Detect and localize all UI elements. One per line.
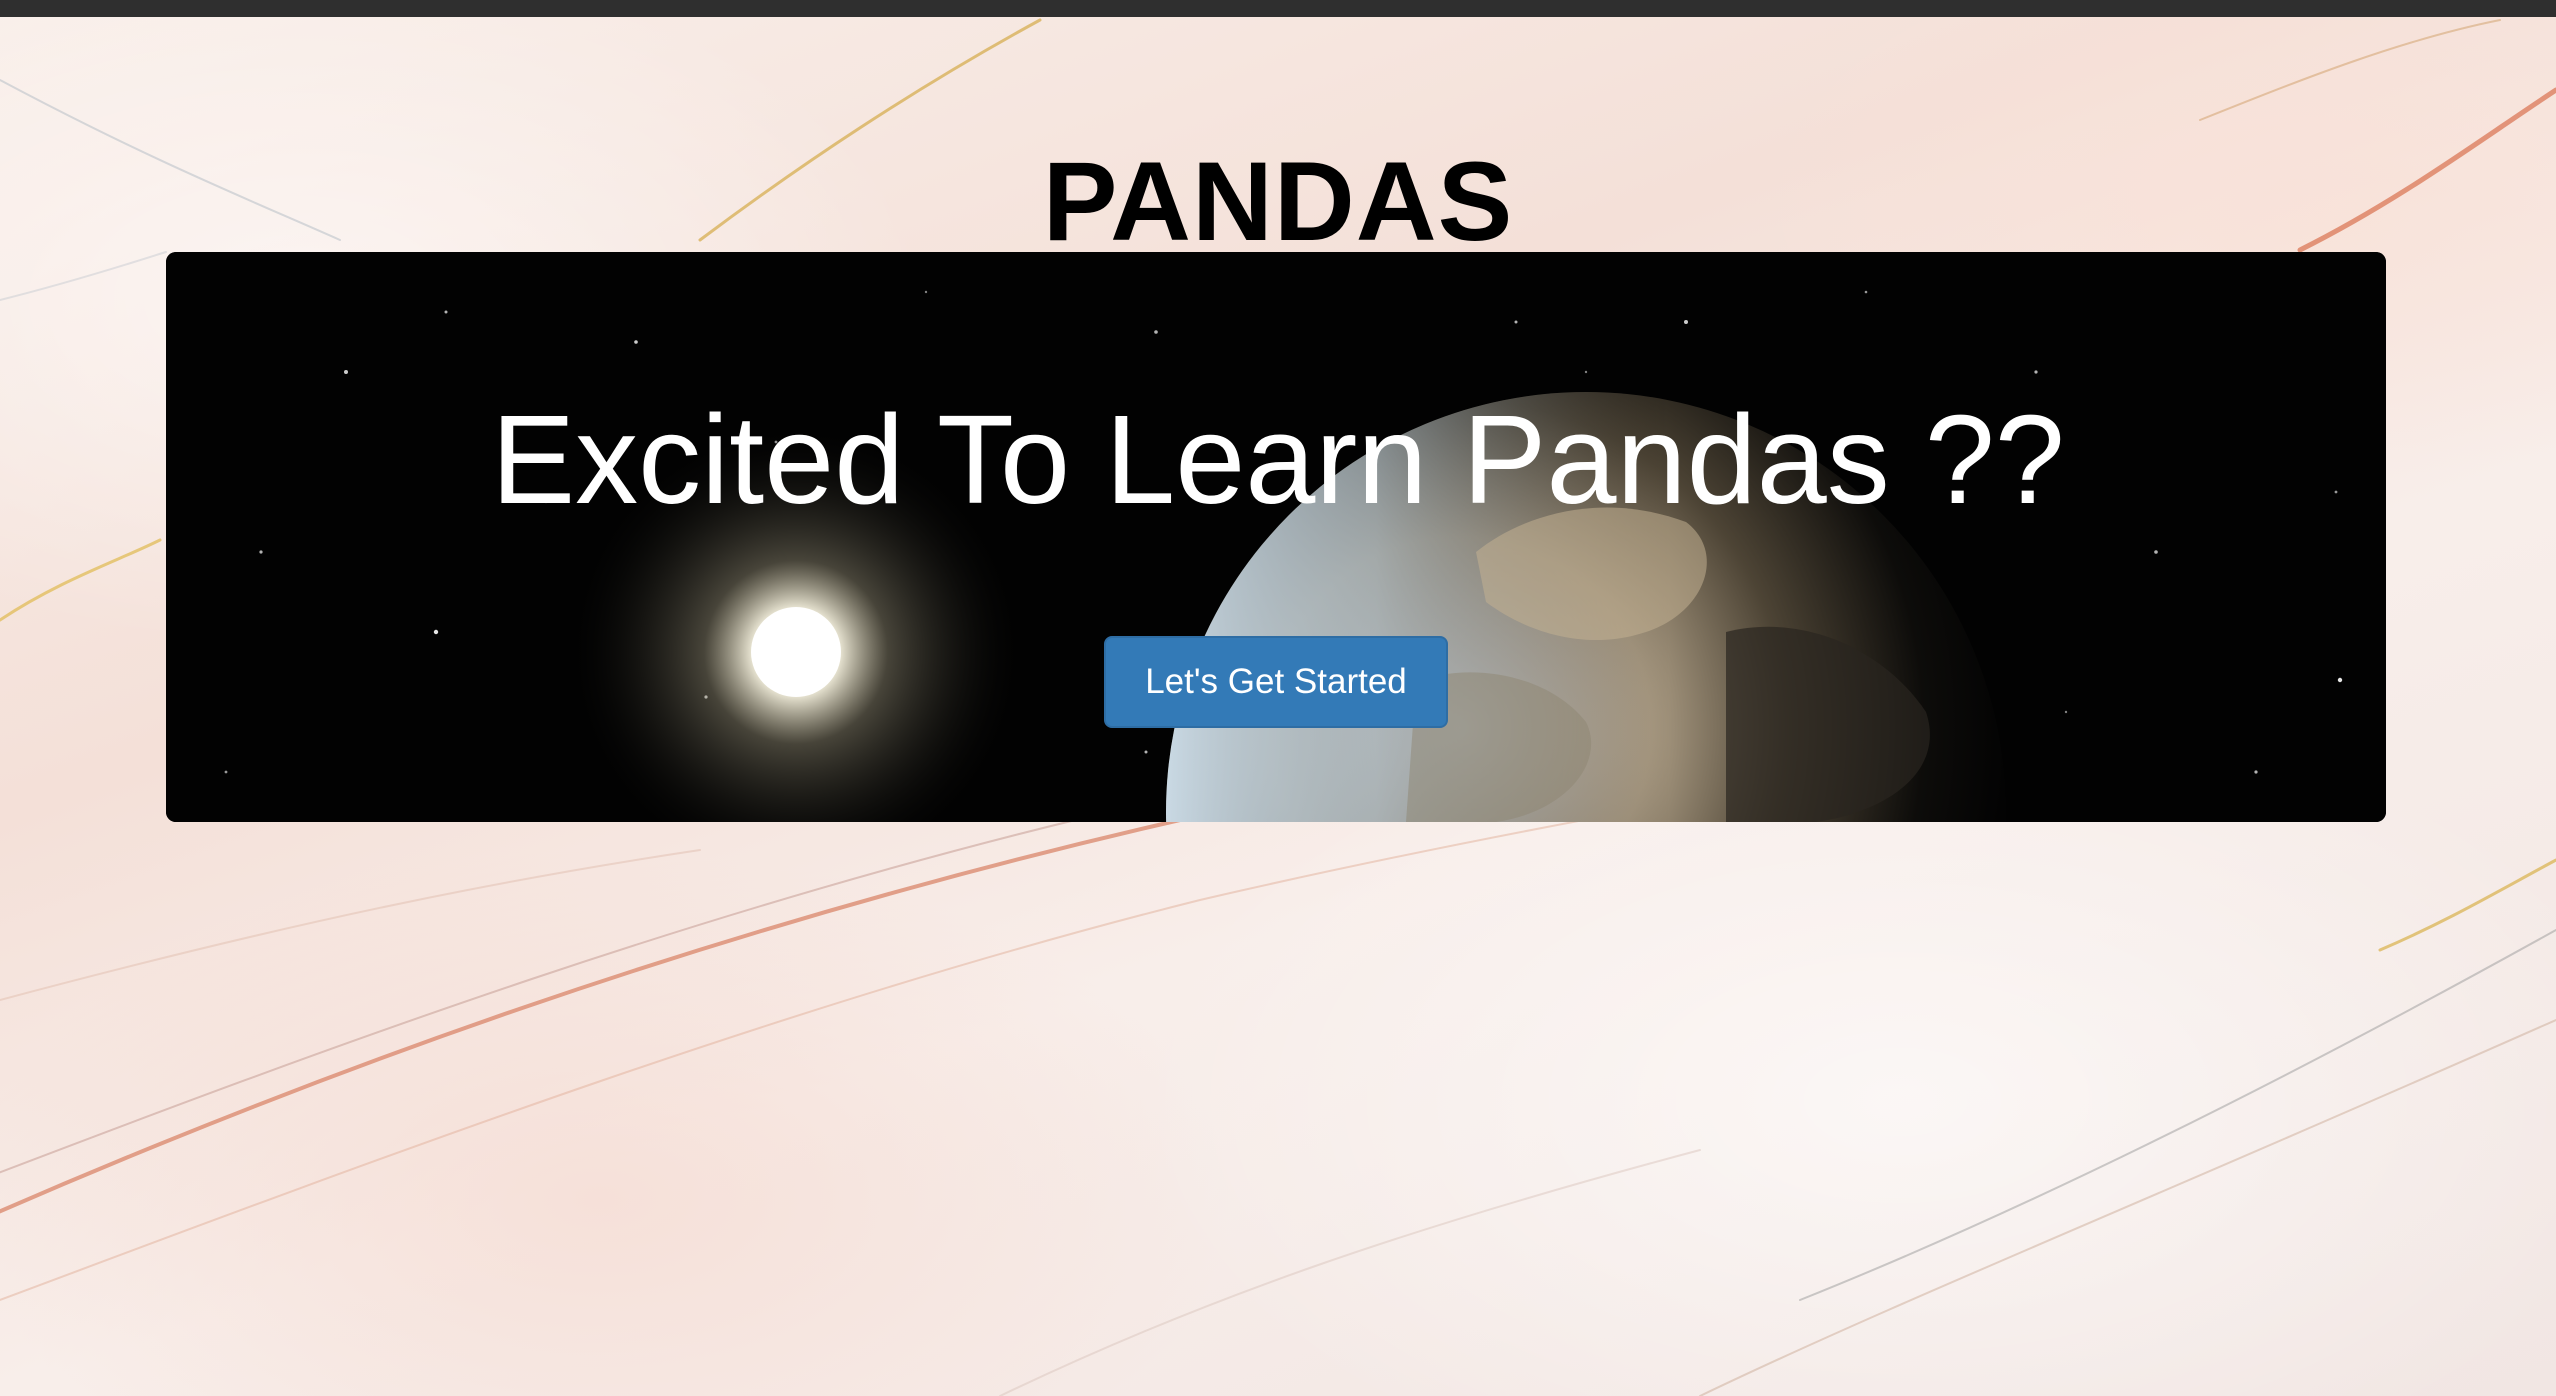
hero-heading: Excited To Learn Pandas ?? <box>491 389 2065 530</box>
lets-get-started-button[interactable]: Let's Get Started <box>1104 636 1448 728</box>
hero-jumbotron <box>166 252 2386 822</box>
page-title: PANDAS <box>1042 139 1514 265</box>
hero-content <box>166 252 2386 822</box>
browser-top-strip <box>0 0 2556 17</box>
